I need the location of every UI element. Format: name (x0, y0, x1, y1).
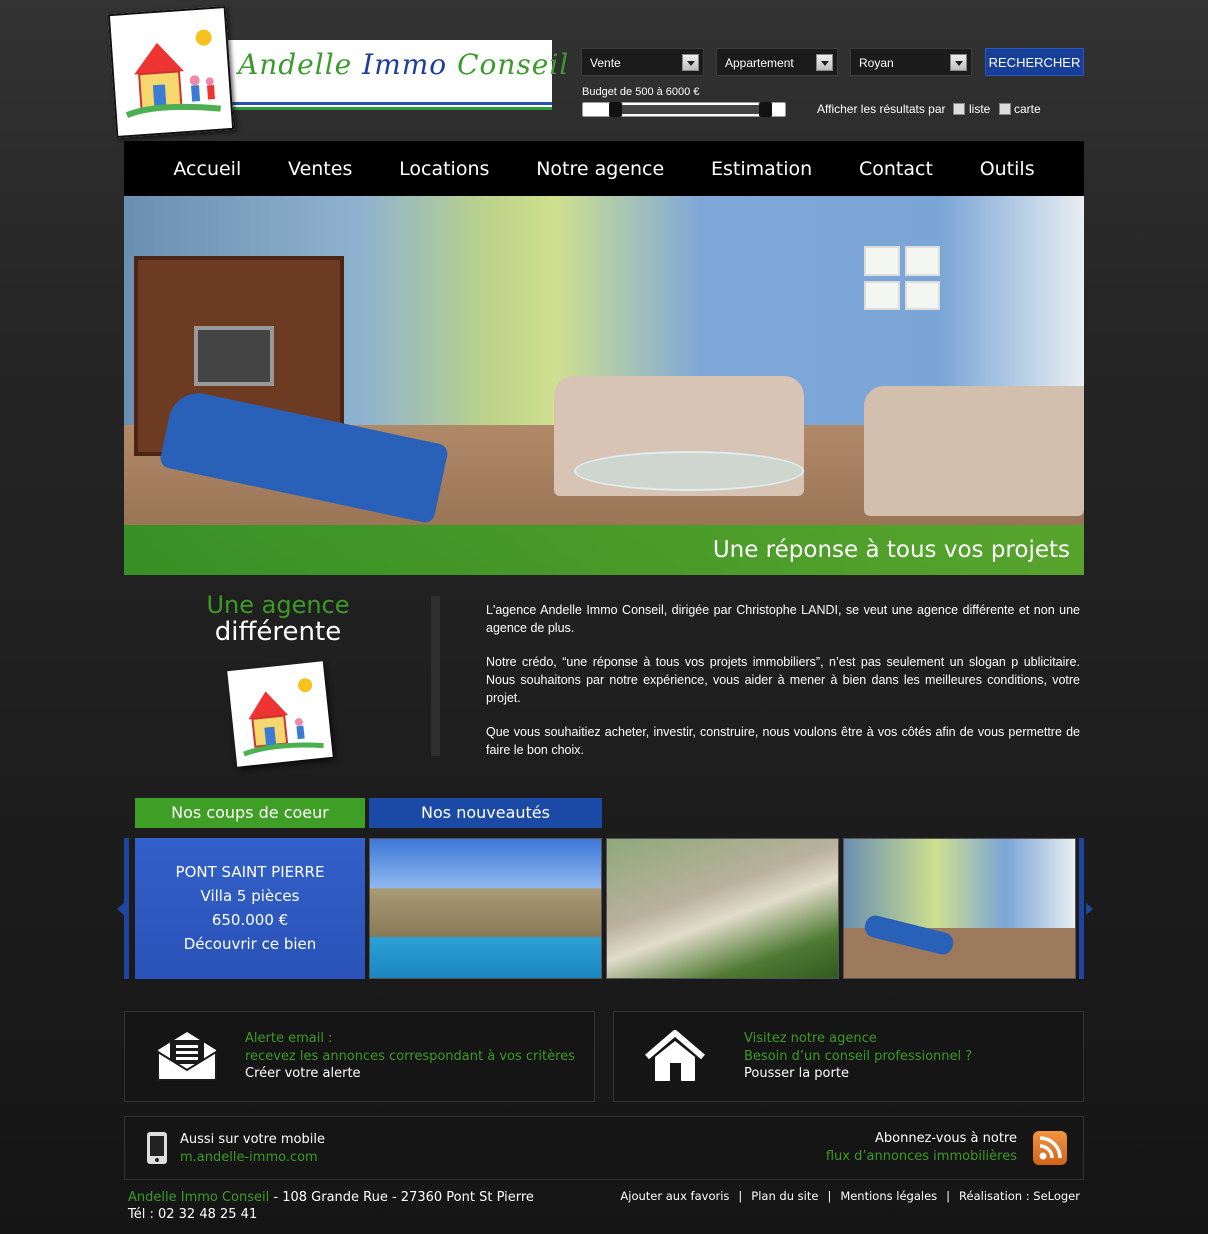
chevron-down-icon[interactable] (950, 54, 967, 71)
mobile-rss-bar: Aussi sur votre mobile m.andelle-immo.co… (124, 1116, 1084, 1180)
featured-property-card[interactable]: PONT SAINT PIERRE Villa 5 pièces 650.000… (135, 838, 365, 979)
results-display-label: Afficher les résultats par (817, 102, 946, 116)
visit-agency-link[interactable]: Pousser la porte (744, 1065, 972, 1083)
email-alert-description: recevez les annonces correspondant à vos… (245, 1048, 575, 1064)
carousel-side-bar (1079, 838, 1084, 979)
map-view-checkbox[interactable] (999, 103, 1011, 115)
budget-slider[interactable] (582, 102, 786, 117)
main-nav: Accueil Ventes Locations Notre agence Es… (124, 141, 1084, 196)
nav-item-locations[interactable]: Locations (399, 158, 489, 180)
logo-stripe (228, 102, 552, 105)
footer-link-favorites[interactable]: Ajouter aux favoris (620, 1189, 729, 1203)
nav-item-accueil[interactable]: Accueil (173, 158, 241, 180)
email-alert-title: Alerte email : (245, 1031, 333, 1046)
budget-slider-range (615, 105, 767, 114)
chevron-down-icon[interactable] (682, 54, 699, 71)
hero-caption: Une réponse à tous vos projets (712, 537, 1070, 563)
footer-link-sitemap[interactable]: Plan du site (751, 1189, 818, 1203)
footer-company-name[interactable]: Andelle Immo Conseil (128, 1190, 269, 1205)
email-alert-box[interactable]: Alerte email : recevez les annonces corr… (124, 1011, 595, 1102)
property-type-select[interactable]: Appartement (716, 48, 838, 76)
footer-links: Ajouter aux favoris | Plan du site | Mention… (620, 1189, 1080, 1203)
nav-item-contact[interactable]: Contact (859, 158, 933, 180)
agency-paragraph: Que vous souhaitiez acheter, investir, c… (486, 725, 1080, 757)
hero-banner: Une réponse à tous vos projets (124, 196, 1084, 575)
footer-link-legal[interactable]: Mentions légales (840, 1189, 937, 1203)
hero-frames (864, 246, 940, 310)
footer-link-credits[interactable]: Réalisation : SeLoger (959, 1189, 1080, 1203)
mobile-label: Aussi sur votre mobile (180, 1132, 325, 1147)
property-thumbnail[interactable] (606, 838, 839, 979)
mobile-site-link[interactable]: m.andelle-immo.com (180, 1149, 325, 1167)
list-view-label[interactable]: liste (969, 102, 990, 116)
property-thumbnail[interactable] (843, 838, 1076, 979)
budget-slider-max-handle[interactable] (759, 102, 772, 117)
house-drawing-icon (125, 29, 221, 118)
carousel-side-bar (124, 838, 129, 979)
envelope-icon (157, 1032, 217, 1081)
list-view-checkbox[interactable] (953, 103, 965, 115)
tab-nouveautes[interactable]: Nos nouveautés (369, 798, 602, 828)
property-thumbnail[interactable] (369, 838, 602, 979)
visit-agency-box[interactable]: Visitez notre agence Besoin d’un conseil… (613, 1011, 1084, 1102)
logo-stripe (228, 107, 552, 110)
mobile-phone-icon (147, 1132, 167, 1164)
map-view-label[interactable]: carte (1014, 102, 1041, 116)
rss-feed-link[interactable]: flux d’annonces immobilières (826, 1148, 1017, 1166)
agency-logo (227, 661, 333, 767)
budget-slider-min-handle[interactable] (609, 102, 622, 117)
house-icon (645, 1030, 705, 1081)
carousel-prev-icon[interactable] (117, 903, 124, 915)
visit-agency-description: Besoin d’un conseil professionnel ? (744, 1048, 973, 1064)
logo-title: Andelle Immo Conseil (238, 48, 570, 81)
rss-label: Abonnez-vous à notre (875, 1131, 1017, 1146)
tab-coups-de-coeur[interactable]: Nos coups de coeur (135, 798, 365, 828)
logo-drawing (107, 6, 235, 138)
hero-sofa (864, 386, 1084, 516)
nav-item-ventes[interactable]: Ventes (288, 158, 352, 180)
hero-table (574, 451, 804, 491)
carousel-next-icon[interactable] (1086, 903, 1093, 915)
divider (431, 596, 440, 756)
featured-price: 650.000 € (211, 911, 289, 929)
featured-type: Villa 5 pièces (200, 887, 300, 905)
agency-paragraph: Notre crédo, “une réponse à tous vos pro… (486, 655, 1080, 705)
footer-contact: Andelle Immo Conseil - 108 Grande Rue - … (128, 1189, 534, 1223)
create-alert-link[interactable]: Créer votre alerte (245, 1065, 575, 1083)
featured-cta[interactable]: Découvrir ce bien (135, 932, 365, 956)
search-button[interactable]: RECHERCHER (985, 48, 1084, 76)
footer-address: - 108 Grande Rue - 27360 Pont St Pierre (269, 1190, 534, 1205)
logo-banner: Andelle Immo Conseil (228, 40, 568, 110)
featured-location: PONT SAINT PIERRE (175, 863, 325, 881)
chevron-down-icon[interactable] (816, 54, 833, 71)
hero-tv (194, 326, 274, 386)
transaction-select[interactable]: Vente (581, 48, 704, 76)
agency-title: Une agence (206, 591, 350, 619)
budget-label: Budget de 500 à 6000 € (582, 86, 700, 98)
visit-agency-title: Visitez notre agence (744, 1031, 877, 1046)
nav-item-outils[interactable]: Outils (980, 158, 1035, 180)
agency-description: L'agence Andelle Immo Conseil, dirigée p… (486, 601, 1080, 775)
agency-paragraph: L'agence Andelle Immo Conseil, dirigée p… (486, 603, 1080, 635)
footer-phone: Tél : 02 32 48 25 41 (128, 1207, 258, 1222)
nav-item-notre-agence[interactable]: Notre agence (536, 158, 664, 180)
nav-item-estimation[interactable]: Estimation (711, 158, 812, 180)
agency-subtitle: différente (214, 617, 342, 647)
house-drawing-icon (243, 678, 324, 757)
city-select[interactable]: Royan (850, 48, 972, 76)
rss-icon[interactable] (1033, 1131, 1067, 1165)
